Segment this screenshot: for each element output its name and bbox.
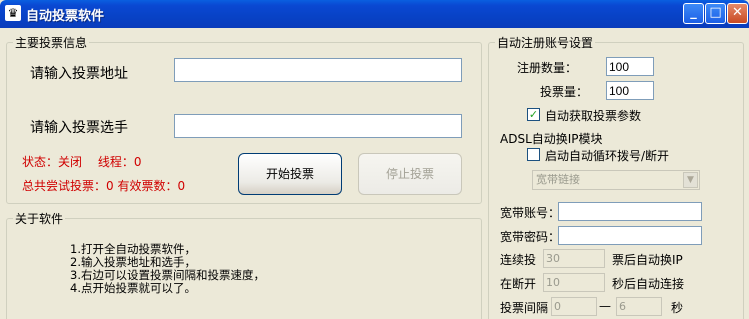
candidate-label: 请输入投票选手 xyxy=(30,120,128,136)
consecutive-label: 连续投 xyxy=(500,253,537,267)
consecutive-votes-input[interactable]: 30 xyxy=(543,249,605,268)
interval-to-input[interactable]: 6 xyxy=(616,297,662,316)
reg-count-input[interactable] xyxy=(606,57,654,76)
start-vote-button[interactable]: 开始投票 xyxy=(238,153,342,195)
disconnect-suffix: 秒后自动连接 xyxy=(612,277,685,291)
reg-count-label: 注册数量： xyxy=(517,61,578,75)
password-input[interactable] xyxy=(558,226,702,245)
broadband-link-value: 宽带链接 xyxy=(536,173,580,186)
interval-dash: — xyxy=(599,299,611,313)
candidate-input[interactable] xyxy=(174,114,462,138)
about-step: 4.点开始投票就可以了。 xyxy=(70,281,196,295)
about-legend: 关于软件 xyxy=(15,212,64,226)
close-button[interactable]: ✕ xyxy=(727,3,748,24)
vote-count-label: 投票量： xyxy=(540,85,589,99)
auto-dial-label: 启动自动循环拨号/断开 xyxy=(545,149,670,163)
app-icon: ♛ xyxy=(5,5,21,21)
vote-total-text: 总共尝试投票：0 有效票数：0 xyxy=(22,179,186,193)
vote-count-input[interactable] xyxy=(606,81,654,100)
consecutive-suffix: 票后自动换IP xyxy=(612,253,683,267)
disconnect-label: 在断开 xyxy=(500,277,537,291)
vote-url-input[interactable] xyxy=(174,58,462,82)
account-label: 宽带账号： xyxy=(500,206,561,220)
password-label: 宽带密码： xyxy=(500,230,561,244)
about-steps: 1.打开全自动投票软件， 2.输入投票地址和选手， 3.右边可以设置投票间隔和投… xyxy=(70,243,265,295)
main-info-legend: 主要投票信息 xyxy=(15,36,88,50)
auto-register-legend: 自动注册账号设置 xyxy=(497,36,594,50)
status-text: 状态：关闭 线程：0 xyxy=(22,155,142,169)
auto-dial-checkbox[interactable] xyxy=(527,148,540,161)
minimize-button[interactable]: _ xyxy=(683,3,704,24)
title-bar: ♛ 自动投票软件 _ □ ✕ xyxy=(0,0,749,28)
chevron-down-icon[interactable]: ▼ xyxy=(683,172,698,188)
interval-unit: 秒 xyxy=(671,301,684,315)
maximize-button[interactable]: □ xyxy=(705,3,726,24)
url-label: 请输入投票地址 xyxy=(30,66,128,82)
disconnect-seconds-input[interactable]: 10 xyxy=(543,273,605,292)
stop-vote-button[interactable]: 停止投票 xyxy=(358,153,462,195)
auto-params-checkbox[interactable]: ✓ xyxy=(527,108,540,121)
adsl-title: ADSL自动换IP模块 xyxy=(500,132,603,146)
interval-from-input[interactable]: 0 xyxy=(551,297,597,316)
auto-params-label: 自动获取投票参数 xyxy=(545,109,642,123)
broadband-link-select[interactable]: 宽带链接 ▼ xyxy=(532,170,700,190)
account-input[interactable] xyxy=(558,202,702,221)
window-title: 自动投票软件 xyxy=(26,9,105,24)
interval-label: 投票间隔 xyxy=(500,301,549,315)
